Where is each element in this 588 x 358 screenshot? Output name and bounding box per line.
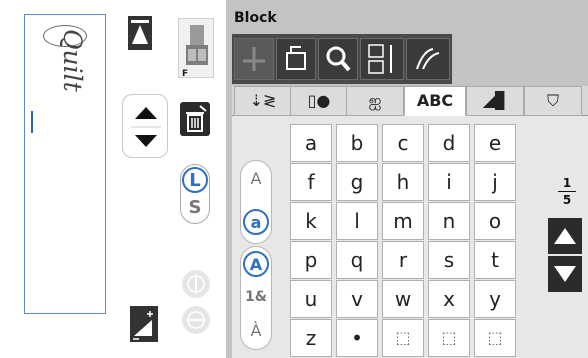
tab-shirt[interactable]: ⛉ — [524, 86, 582, 116]
page-current: 1 — [562, 176, 572, 190]
tab-abc[interactable]: ABC — [404, 86, 466, 116]
tab-satin[interactable]: ◢▊ — [466, 86, 524, 116]
char-key[interactable]: x — [428, 280, 470, 318]
char-key[interactable]: • — [336, 319, 378, 357]
scroll-stepper — [122, 94, 168, 158]
char-key[interactable]: t — [474, 241, 516, 279]
char-key[interactable]: m — [382, 202, 424, 240]
page-indicator: 1 5 — [554, 176, 580, 207]
tab-block-icons[interactable]: ▯● — [290, 86, 348, 116]
stitch-edit-icon — [243, 47, 265, 71]
mirror-vertical-button[interactable] — [182, 270, 210, 298]
char-key[interactable]: g — [336, 163, 378, 201]
case-toggle-group: A a — [240, 160, 272, 244]
tab-utility[interactable]: ⇣≷ — [234, 86, 292, 116]
char-key[interactable]: y — [474, 280, 516, 318]
char-key[interactable]: s — [428, 241, 470, 279]
lowercase-button[interactable]: a — [243, 209, 269, 235]
font-style-group: A 1& À — [240, 246, 272, 350]
page-up-button[interactable] — [548, 218, 582, 254]
svg-text:F: F — [182, 69, 188, 79]
char-key[interactable]: w — [382, 280, 424, 318]
up-down-icons — [131, 107, 161, 147]
go-to-top-icon — [131, 20, 149, 44]
down-arrow-icon[interactable] — [135, 135, 157, 147]
page-divider — [558, 191, 576, 192]
char-key[interactable]: u — [290, 280, 332, 318]
elongation-button[interactable] — [130, 306, 158, 342]
char-key[interactable]: ⬚ — [382, 319, 424, 357]
presser-foot-indicator: F — [178, 18, 214, 79]
size-small-option[interactable]: S — [182, 195, 208, 221]
magnifier-icon — [326, 46, 351, 72]
font-style-a-button[interactable]: A — [243, 251, 269, 277]
stitch-edit-button[interactable] — [234, 38, 274, 80]
up-arrow-icon[interactable] — [135, 107, 157, 119]
char-key[interactable]: b — [336, 124, 378, 162]
char-key[interactable]: l — [336, 202, 378, 240]
page-down-button[interactable] — [548, 256, 582, 292]
char-key[interactable]: h — [382, 163, 424, 201]
memory-icon — [286, 46, 306, 70]
pattern-preview: Quilt — [24, 14, 106, 314]
presser-foot-icon: F — [182, 25, 208, 79]
char-key[interactable]: ⬚ — [474, 319, 516, 357]
delete-button[interactable] — [180, 102, 210, 136]
char-key[interactable]: v — [336, 280, 378, 318]
spacing-button[interactable] — [360, 38, 404, 80]
memory-button[interactable] — [276, 38, 316, 80]
preview-text: Quilt — [58, 29, 87, 92]
arrange-icon — [416, 48, 440, 70]
accented-chars-button[interactable]: À — [243, 319, 269, 345]
size-toggle[interactable]: L S — [180, 164, 210, 224]
char-key[interactable]: k — [290, 202, 332, 240]
numbers-symbols-button[interactable]: 1& — [243, 285, 269, 311]
char-key[interactable]: c — [382, 124, 424, 162]
mirror-horizontal-button[interactable] — [182, 306, 210, 334]
char-key[interactable]: ⬚ — [428, 319, 470, 357]
char-key[interactable]: f — [290, 163, 332, 201]
char-key[interactable]: a — [290, 124, 332, 162]
mirror-vertical-icon — [187, 275, 205, 293]
char-key[interactable]: i — [428, 163, 470, 201]
char-key[interactable]: d — [428, 124, 470, 162]
spacing-icon — [368, 44, 392, 74]
tab-decorative[interactable]: ஐ — [346, 86, 404, 116]
char-key[interactable]: e — [474, 124, 516, 162]
triangle-up-icon — [554, 228, 576, 244]
char-key[interactable]: r — [382, 241, 424, 279]
char-key[interactable]: p — [290, 241, 332, 279]
elongation-icon — [133, 311, 153, 340]
mirror-horizontal-icon — [187, 311, 205, 329]
triangle-down-icon — [554, 266, 576, 282]
zoom-button[interactable] — [318, 38, 358, 80]
uppercase-button[interactable]: A — [243, 167, 269, 193]
trash-icon — [186, 105, 207, 132]
page-total: 5 — [562, 193, 572, 207]
panel-title: Block — [234, 10, 277, 26]
char-key[interactable]: z — [290, 319, 332, 357]
text-cursor — [31, 111, 33, 133]
char-key[interactable]: n — [428, 202, 470, 240]
arrange-button[interactable] — [406, 38, 450, 80]
char-key[interactable]: o — [474, 202, 516, 240]
size-large-option[interactable]: L — [182, 167, 208, 193]
char-key[interactable]: j — [474, 163, 516, 201]
go-to-top-button[interactable] — [128, 16, 152, 50]
char-key[interactable]: q — [336, 241, 378, 279]
